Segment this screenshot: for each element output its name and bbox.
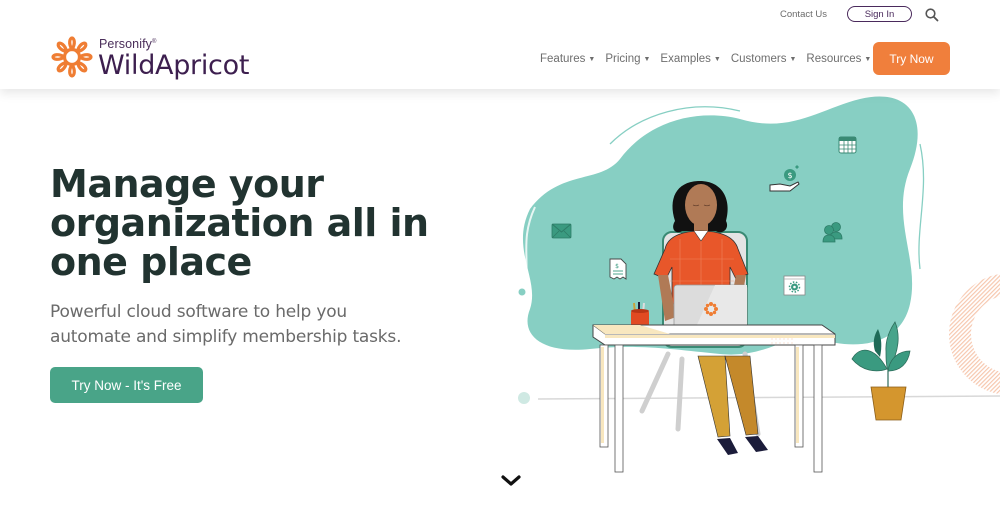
settings-window-icon — [783, 275, 806, 296]
decorative-dot — [518, 288, 526, 296]
decorative-striped-ring — [949, 273, 1000, 395]
nav-label: Customers — [730, 53, 787, 65]
logo-wildapricot-text: WildApricot — [98, 50, 250, 81]
invoice-icon: $ — [609, 258, 627, 280]
logo-personify-text: Personify® — [99, 37, 157, 51]
try-now-free-button[interactable]: Try Now - It's Free — [50, 367, 203, 403]
hero-title: Manage your organization all in one plac… — [50, 162, 429, 284]
nav-features[interactable]: Features ▼ — [540, 50, 595, 68]
caret-down-icon: ▼ — [864, 55, 872, 63]
hero-illustration: $ $ — [518, 96, 1000, 473]
svg-text:$: $ — [615, 263, 619, 270]
nav-resources[interactable]: Resources ▼ — [806, 50, 871, 68]
envelope-icon — [551, 223, 572, 239]
search-icon — [925, 8, 939, 22]
site-header: Personify® WildApricot Contact Us Sign I… — [0, 0, 1000, 89]
nav-label: Features — [540, 53, 586, 65]
main-nav: Features ▼ Pricing ▼ Examples ▼ Customer… — [540, 50, 881, 68]
nav-label: Examples — [660, 53, 711, 65]
nav-label: Pricing — [605, 53, 641, 65]
svg-text:$: $ — [787, 171, 792, 180]
nav-customers[interactable]: Customers ▼ — [731, 50, 797, 68]
nav-label: Resources — [806, 53, 862, 65]
apricot-flower-logo-icon — [51, 36, 93, 78]
nav-examples[interactable]: Examples ▼ — [660, 50, 720, 68]
caret-down-icon: ▼ — [588, 55, 596, 63]
try-now-button[interactable]: Try Now — [873, 42, 950, 75]
sign-in-button[interactable]: Sign In — [847, 6, 912, 22]
contact-us-link[interactable]: Contact Us — [780, 9, 827, 20]
caret-down-icon: ▼ — [713, 55, 721, 63]
decorative-dot — [518, 392, 530, 404]
search-button[interactable] — [924, 7, 940, 23]
hero-subtitle: Powerful cloud software to help you auto… — [50, 302, 402, 347]
caret-down-icon: ▼ — [789, 55, 797, 63]
calendar-icon — [838, 136, 857, 154]
nav-pricing[interactable]: Pricing ▼ — [605, 50, 650, 68]
caret-down-icon: ▼ — [643, 55, 651, 63]
wildapricot-logo[interactable]: Personify® WildApricot — [49, 34, 259, 84]
